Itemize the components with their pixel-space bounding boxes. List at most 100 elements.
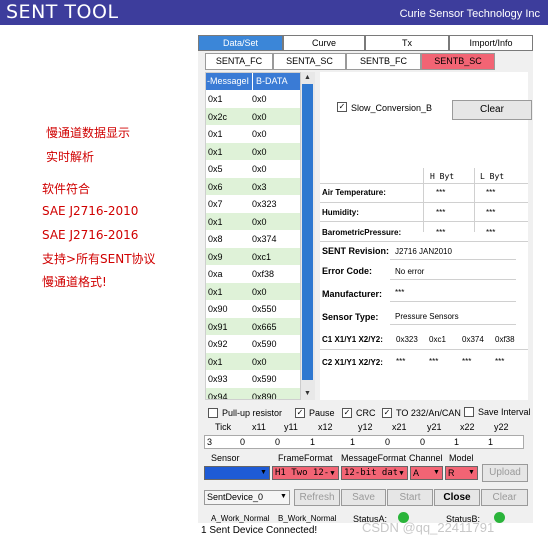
sensor-select[interactable]: ▼ [204,466,270,480]
tick-value[interactable]: 1 [350,437,355,447]
chevron-down-icon[interactable]: ▼ [328,467,337,479]
tick-header: x21 [392,422,407,432]
list-header-message-id[interactable]: -MessageI [206,73,252,90]
tick-value[interactable]: 0 [420,437,425,447]
list-item[interactable]: 0x92 0x590 [206,335,300,353]
air-temperature-l: *** [486,188,496,197]
list-item[interactable]: 0x1 0x0 [206,90,300,108]
note-line: 实时解析 [46,150,95,164]
subtab-sentb-fc[interactable]: SENTB_FC [346,53,421,70]
list-item[interactable]: 0x1 0x0 [206,125,300,143]
tick-value[interactable]: 0 [385,437,390,447]
list-item[interactable]: 0x90 0x550 [206,300,300,318]
list-item[interactable]: 0x1 0x0 [206,212,300,231]
tick-header: y12 [358,422,373,432]
slow-conversion-checkbox[interactable]: ✓ [337,102,347,112]
b-data-cell: 0x890 [252,391,277,400]
message-id-cell: 0x1 [208,94,223,104]
c1-label: C1 X1/Y1 X2/Y2: [322,335,383,344]
c2-value: *** [429,357,439,366]
tick-value[interactable]: 1 [454,437,459,447]
chevron-down-icon[interactable]: ▼ [279,491,288,503]
list-item[interactable]: 0x7 0x323 [206,195,300,213]
manufacturer-value: *** [395,288,405,297]
list-item[interactable]: 0xa 0xf38 [206,265,300,283]
pause-checkbox[interactable]: ✓ [295,408,305,418]
list-item[interactable]: 0x91 0x665 [206,317,300,336]
tick-value[interactable]: 0 [275,437,280,447]
upload-button[interactable]: Upload [482,464,528,482]
subtab-senta-fc[interactable]: SENTA_FC [205,53,273,70]
sent-revision-value: J2716 JAN2010 [395,247,452,256]
tick-value[interactable]: 1 [488,437,493,447]
tick-value[interactable]: 3 [207,437,212,447]
b-data-cell: 0x0 [252,94,267,104]
air-temperature-h: *** [436,188,446,197]
tick-header: y22 [494,422,509,432]
list-item[interactable]: 0x9 0xc1 [206,247,300,266]
c2-label: C2 X1/Y1 X2/Y2: [322,358,383,367]
channel-select[interactable]: A ▼ [410,466,443,480]
message-data-list[interactable]: -MessageI B-DATA 0x1 0x0 0x2c 0x0 0x1 0x0 0x1 0… [205,72,315,400]
tick-value[interactable]: 0 [240,437,245,447]
slow-clear-button[interactable]: Clear [452,100,532,120]
tick-value[interactable]: 1 [310,437,315,447]
refresh-button[interactable]: Refresh [294,489,340,506]
clear-button[interactable]: Clear [481,489,528,506]
list-item[interactable]: 0x5 0x0 [206,160,300,178]
pause-label: Pause [309,408,335,418]
pullup-checkbox[interactable] [208,408,218,418]
list-header-b-data[interactable]: B-DATA [253,73,300,90]
sensor-type-label: Sensor Type: [322,312,379,322]
scroll-down-icon[interactable]: ▼ [300,388,315,400]
close-button[interactable]: Close [434,489,480,506]
tab-data-set[interactable]: Data/Set [198,35,283,51]
scrollbar-thumb[interactable] [302,84,313,380]
b-data-cell: 0xc1 [252,251,272,262]
message-id-cell: 0x5 [208,164,223,174]
chevron-down-icon[interactable]: ▼ [397,467,406,479]
tab-import-info[interactable]: Import/Info [449,35,533,51]
frame-format-select[interactable]: H1 Two 12- ▼ [272,466,339,480]
to232-checkbox[interactable]: ✓ [382,408,392,418]
save-interval-checkbox[interactable] [464,407,474,417]
message-id-cell: 0x94 [208,391,228,400]
chevron-down-icon[interactable]: ▼ [259,467,268,479]
note-line: 软件符合 [42,182,91,196]
device-select[interactable]: SentDevice_0 ▼ [204,490,290,505]
b-data-cell: 0x590 [252,339,277,349]
message-id-cell: 0x8 [208,234,223,244]
humidity-h: *** [436,208,446,217]
message-id-cell: 0x2c [208,111,228,122]
list-item[interactable]: 0x94 0x890 [206,387,300,400]
pullup-label: Pull-up resistor [222,408,283,418]
message-id-cell: 0x93 [208,374,228,384]
list-item[interactable]: 0x1 0x0 [206,352,300,371]
scroll-up-icon[interactable]: ▲ [300,72,315,84]
message-id-cell: 0xa [208,269,223,279]
tab-tx[interactable]: Tx [365,35,449,51]
list-item[interactable]: 0x1 0x0 [206,282,300,301]
subtab-sentb-sc[interactable]: SENTB_SC [421,53,495,70]
channel-label: Channel [409,453,443,463]
tick-input-row[interactable] [204,435,524,449]
subtab-senta-sc[interactable]: SENTA_SC [273,53,346,70]
list-item[interactable]: 0x6 0x3 [206,177,300,196]
b-data-cell: 0x374 [252,234,277,244]
save-button[interactable]: Save [341,489,386,506]
message-format-select[interactable]: 12-bit dat ▼ [341,466,408,480]
note-line: 支持>所有SENT协议 [42,252,156,266]
start-button[interactable]: Start [387,489,433,506]
air-temperature-label: Air Temperature: [322,188,386,197]
crc-label: CRC [356,408,376,418]
list-item[interactable]: 0x93 0x590 [206,370,300,388]
crc-checkbox[interactable]: ✓ [342,408,352,418]
tab-curve[interactable]: Curve [283,35,365,51]
list-item[interactable]: 0x2c 0x0 [206,107,300,126]
list-item[interactable]: 0x1 0x0 [206,142,300,161]
chevron-down-icon[interactable]: ▼ [467,467,476,479]
list-item[interactable]: 0x8 0x374 [206,230,300,248]
model-select[interactable]: R ▼ [445,466,478,480]
barometric-pressure-l: *** [486,228,496,237]
chevron-down-icon[interactable]: ▼ [432,467,441,479]
